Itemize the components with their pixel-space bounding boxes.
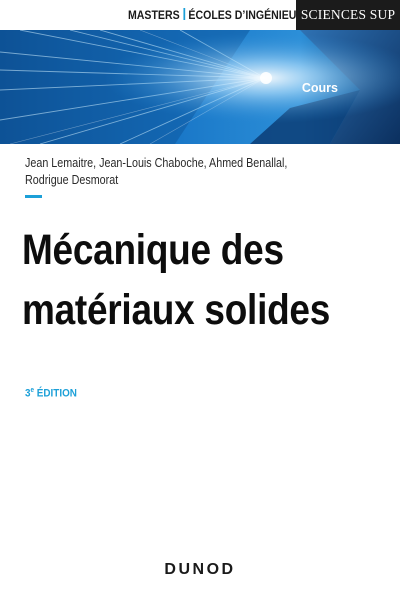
authors-line: Jean Lemaitre, Jean-Louis Chaboche, Ahme… [25,156,288,170]
banner-label: Cours [301,81,338,95]
author-list: Jean Lemaitre, Jean-Louis Chaboche, Ahme… [25,155,309,189]
series-ecoles: ÉCOLES D’INGÉNIEURS [188,8,312,22]
series-separator [183,8,185,20]
publisher-logo: DUNOD [164,561,236,578]
book-title: Mécanique des matériaux solides [22,220,349,340]
book-cover: MASTERS ÉCOLES D’INGÉNIEURS SCIENCES SUP [0,0,400,600]
accent-rule [25,195,42,198]
series-bar: MASTERS ÉCOLES D’INGÉNIEURS SCIENCES SUP [0,0,400,30]
series-masters: MASTERS [128,8,180,22]
edition-label: 3e ÉDITION [25,387,77,400]
authors-line: Rodrigue Desmorat [25,173,119,187]
title-line: Mécanique des [22,226,284,274]
edition-word: ÉDITION [36,387,77,400]
brand-box: SCIENCES SUP [296,0,400,30]
edition-superscript: e [30,387,35,394]
series-label: MASTERS ÉCOLES D’INGÉNIEURS [128,8,311,22]
title-line: matériaux solides [22,286,331,334]
cover-banner-image: Cours [0,30,400,144]
